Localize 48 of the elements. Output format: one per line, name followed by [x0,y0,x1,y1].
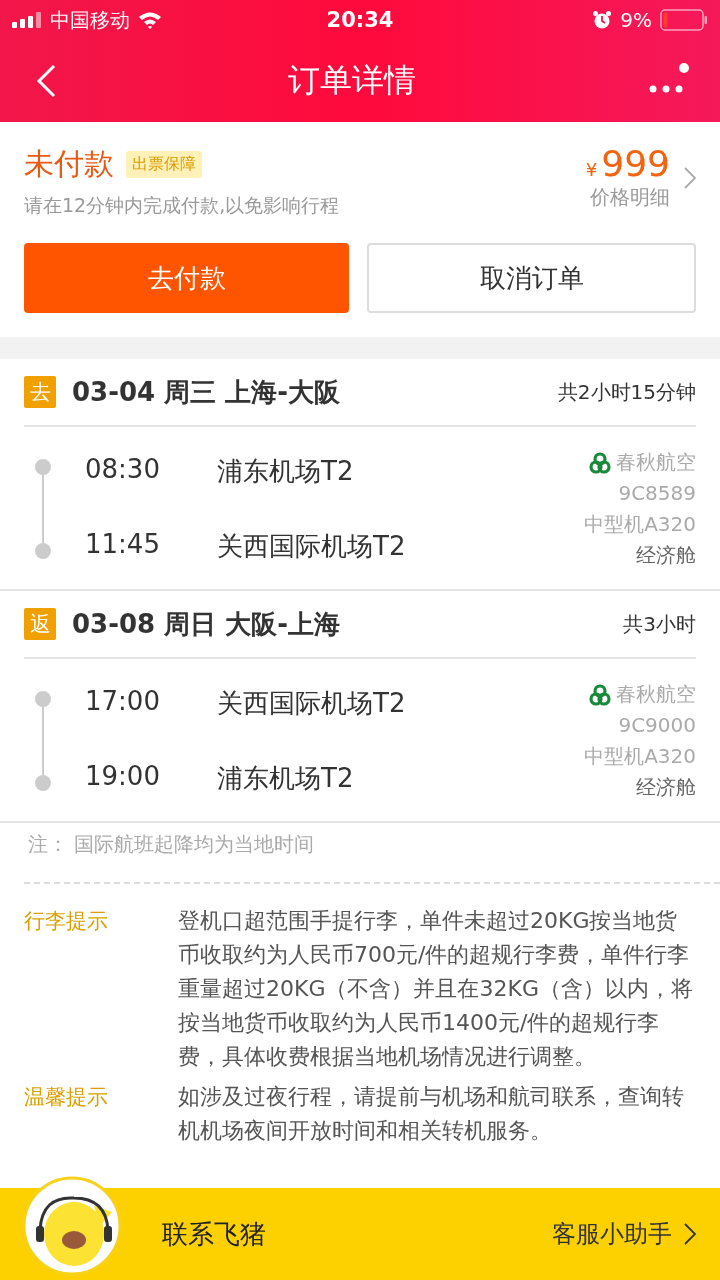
arrival-airport: 浦东机场T2 [217,762,354,795]
trip-date-route: 03-08 周日 大阪-上海 [72,607,342,641]
flight-number: 9C8589 [618,480,696,507]
tip-label: 温馨提示 [24,1084,109,1111]
currency-symbol: ¥ [585,159,598,180]
contact-title: 联系飞猪 [162,1217,267,1251]
flight-number: 9C9000 [618,712,696,739]
carrier-name: 中国移动 [50,6,130,34]
aircraft-type: 中型机A320 [584,743,696,770]
aircraft-type: 中型机A320 [584,511,696,538]
battery-percent: 9% [620,8,652,32]
page-title: 订单详情 [288,60,416,101]
tip-text: 如涉及过夜行程，请提前与机场和航司联系，查询转机机场夜间开放时间和相关转机服务。 [178,1083,685,1145]
payment-notice: 请在12分钟内完成付款,以免影响行程 [24,193,340,218]
chevron-right-icon[interactable] [684,1223,696,1245]
trip-duration: 共3小时 [623,610,696,638]
departure-airport: 浦东机场T2 [217,455,354,488]
departure-airport: 关西国际机场T2 [217,687,406,720]
ticket-guarantee-badge: 出票保障 [126,151,202,178]
departure-time: 08:30 [85,454,161,486]
order-status: 未付款 [24,145,114,183]
cabin-class: 经济舱 [636,774,696,801]
alarm-icon [592,10,613,30]
tip-text: 登机口超范围手提行李，单件未超过20KG按当地货币收取约为人民币700元/件的超规行李费，单件行李重量超过20KG（不含）并且在32KG（含）以内，将按当地货币收取约为人民币1400元/件的超规行李费，具体收费根据当地机场情况进行调整。 [178,907,693,1071]
tip-label: 行李提示 [24,908,109,935]
arrival-airport: 关西国际机场T2 [217,530,406,563]
trip-date-route: 03-04 周三 上海-大阪 [72,375,342,409]
arrival-time: 19:00 [85,761,161,793]
airline-logo-icon [588,451,612,474]
price-amount: 999 [601,144,670,184]
trip-duration: 共2小时15分钟 [557,378,696,406]
local-time-note: 注： 国际航班起降均为当地时间 [28,832,315,856]
airline-name: 春秋航空 [616,681,696,708]
departure-time: 17:00 [85,686,161,718]
airline-logo-icon [588,683,612,706]
avatar-icon [22,1176,122,1276]
back-icon[interactable] [36,64,56,98]
trip-direction-tag: 去 [24,376,56,408]
airline-name: 春秋航空 [616,449,696,476]
signal-icon [12,12,42,28]
cancel-order-button[interactable]: 取消订单 [367,243,696,313]
status-time: 20:34 [326,8,394,32]
customer-service-link[interactable]: 客服小助手 [552,1218,672,1250]
wifi-icon [138,11,162,29]
trip-direction-tag: 返 [24,608,56,640]
arrival-time: 11:45 [85,529,161,561]
cabin-class: 经济舱 [636,542,696,569]
battery-icon [660,9,708,31]
